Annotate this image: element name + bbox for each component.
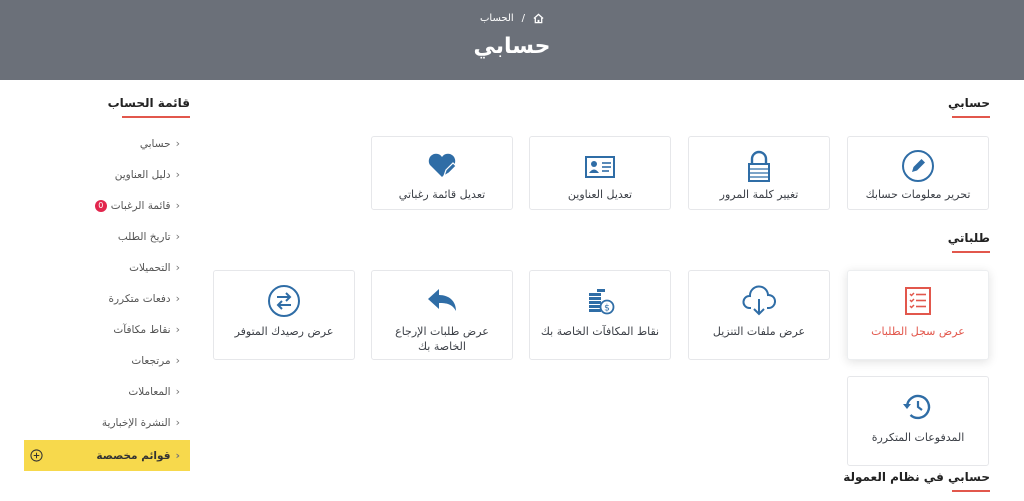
lock-icon xyxy=(748,150,770,182)
tile-change-password[interactable]: تغيير كلمة المرور xyxy=(688,136,830,210)
sidebar-item-my-account[interactable]: ‹ حسابي xyxy=(24,128,190,159)
tile-edit-addresses[interactable]: تعديل العناوين xyxy=(529,136,671,210)
history-icon xyxy=(903,394,931,420)
chevron-left-icon: ‹ xyxy=(175,230,180,243)
sidebar-item-reward-points[interactable]: ‹ نقاط مكافآت xyxy=(24,314,190,345)
plus-circle-icon[interactable] xyxy=(30,449,43,462)
tile-returns[interactable]: عرض طلبات الإرجاع الخاصة بك xyxy=(371,270,513,360)
chevron-left-icon: ‹ xyxy=(175,168,180,181)
breadcrumb-separator: / xyxy=(521,12,526,24)
reply-arrow-icon xyxy=(428,289,456,311)
tile-edit-wishlist[interactable]: تعديل قائمة رغباتي xyxy=(371,136,513,210)
sidebar-item-wishlist[interactable]: ‹ قائمة الرغبات 0 xyxy=(24,190,190,221)
tile-reward-points[interactable]: $ نقاط المكافآت الخاصة بك xyxy=(529,270,671,360)
chevron-left-icon: ‹ xyxy=(175,261,180,274)
sidebar-item-recurring-payments[interactable]: ‹ دفعات متكررة xyxy=(24,283,190,314)
tile-credit-balance[interactable]: عرض رصيدك المتوفر xyxy=(213,270,355,360)
chevron-left-icon: ‹ xyxy=(175,416,180,429)
sidebar-item-order-history[interactable]: ‹ تاريخ الطلب xyxy=(24,221,190,252)
section-title-orders: طلباتي xyxy=(948,231,990,253)
chevron-left-icon: ‹ xyxy=(175,323,180,336)
sidebar-title: قائمة الحساب xyxy=(108,96,190,118)
section-title-affiliate: حسابي في نظام العمولة xyxy=(843,470,990,492)
tile-downloads[interactable]: عرض ملفات التنزيل xyxy=(688,270,830,360)
sidebar-item-custom-lists[interactable]: ‹ قوائم مخصصة xyxy=(24,440,190,471)
pencil-icon xyxy=(902,150,934,182)
tile-edit-account[interactable]: تحرير معلومات حسابك xyxy=(847,136,989,210)
sidebar-item-transactions[interactable]: ‹ المعاملات xyxy=(24,376,190,407)
chevron-left-icon: ‹ xyxy=(175,292,180,305)
exchange-icon xyxy=(268,285,300,317)
section-underline xyxy=(952,251,990,253)
tile-order-history[interactable]: عرض سجل الطلبات xyxy=(847,270,989,360)
chevron-left-icon: ‹ xyxy=(175,199,180,212)
page-title: حسابي xyxy=(473,34,551,59)
tile-recurring-payments[interactable]: المدفوعات المتكررة xyxy=(847,376,989,466)
chevron-left-icon: ‹ xyxy=(175,354,180,367)
sidebar-item-newsletter[interactable]: ‹ النشرة الإخبارية xyxy=(24,407,190,438)
chevron-left-icon: ‹ xyxy=(175,385,180,398)
chevron-left-icon: ‹ xyxy=(175,137,180,150)
svg-text:$: $ xyxy=(604,304,610,314)
section-title-account: حسابي xyxy=(948,96,990,118)
sidebar-menu: ‹ حسابي ‹ دليل العناوين ‹ قائمة الرغبات … xyxy=(24,128,190,471)
breadcrumb-current[interactable]: الحساب xyxy=(480,13,514,24)
cloud-download-icon xyxy=(742,285,776,316)
sidebar-item-downloads[interactable]: ‹ التحميلات xyxy=(24,252,190,283)
sidebar-item-address-book[interactable]: ‹ دليل العناوين xyxy=(24,159,190,190)
coins-icon: $ xyxy=(589,289,615,315)
section-underline xyxy=(952,116,990,118)
breadcrumb: / الحساب xyxy=(0,11,1024,25)
address-card-icon xyxy=(585,156,615,178)
checklist-icon xyxy=(905,287,931,315)
heart-edit-icon xyxy=(428,153,457,178)
home-icon[interactable] xyxy=(533,13,544,24)
chevron-left-icon: ‹ xyxy=(175,449,180,462)
page-header: / الحساب حسابي xyxy=(0,0,1024,80)
section-underline xyxy=(122,116,190,118)
section-underline xyxy=(952,490,990,492)
wishlist-count-badge: 0 xyxy=(94,199,107,212)
sidebar-item-returns[interactable]: ‹ مرتجعات xyxy=(24,345,190,376)
